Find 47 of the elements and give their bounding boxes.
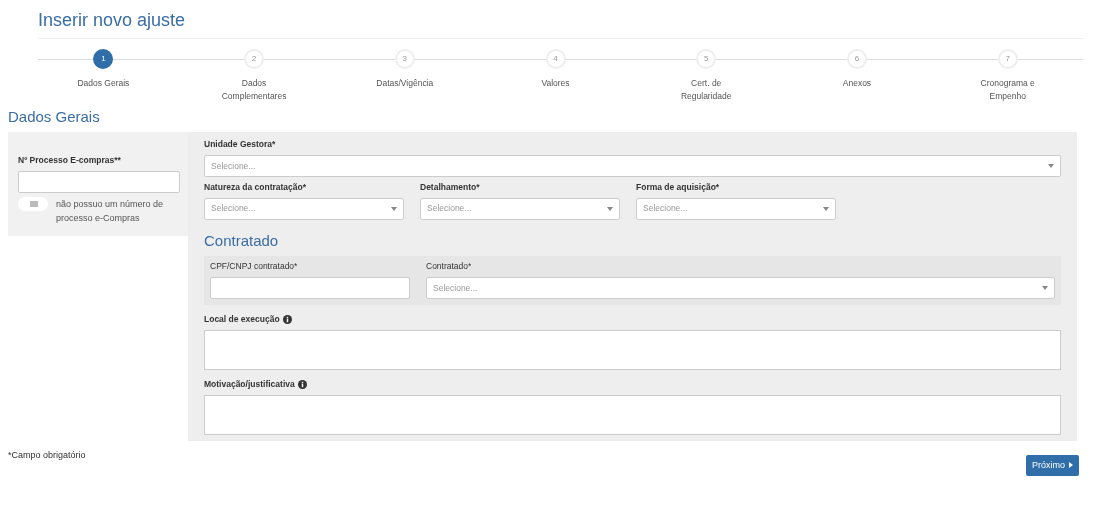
step-circle[interactable]: 5 (696, 48, 717, 69)
field-label: Forma de aquisição* (636, 181, 721, 194)
select-field[interactable]: Selecione... (420, 197, 620, 220)
step-label: Anexos (841, 76, 873, 90)
step-circle[interactable]: 7 (997, 48, 1018, 69)
next-button[interactable]: Próximo (1026, 454, 1079, 477)
section-title: Dados Gerais (8, 106, 101, 127)
field-label: Natureza da contratação* (204, 181, 308, 194)
caret-icon (607, 206, 613, 211)
field-label: Detalhamento* (420, 181, 481, 194)
select-field[interactable]: Selecione... (204, 197, 404, 220)
footnote: *Campo obrigatório (8, 448, 86, 462)
caret-icon (1042, 286, 1048, 291)
caret-icon (1048, 164, 1054, 169)
field-label: Unidade Gestora* (204, 138, 277, 152)
info-icon (297, 379, 307, 389)
input-field[interactable] (210, 277, 410, 300)
section-subtitle: Contratado (204, 230, 280, 251)
step-circle[interactable]: 4 (545, 48, 566, 69)
field-label: Motivação/justificativa (204, 377, 295, 391)
arrow-icon (1069, 462, 1073, 469)
input-field[interactable] (18, 171, 180, 194)
caret-icon (391, 206, 397, 211)
step-circle[interactable]: 6 (846, 48, 867, 69)
field-label: Contratado* (426, 260, 473, 274)
step-circle[interactable]: 3 (394, 48, 415, 69)
step-label: Datas/Vigência (375, 76, 435, 90)
step-label: Valores (540, 76, 571, 90)
step-circle[interactable]: 1 (93, 48, 114, 69)
toggle-label: não possuo um número de processo e-Compras (56, 198, 165, 226)
page-title: Inserir novo ajuste (38, 10, 1083, 39)
text-area[interactable] (204, 329, 1061, 370)
step-label: Cert. de Regularidade (679, 76, 733, 104)
select-field[interactable]: Selecione... (636, 197, 836, 220)
text-area[interactable] (204, 394, 1061, 435)
info-icon (282, 314, 292, 324)
field-label: CPF/CNPJ contratado* (210, 260, 299, 274)
step-label: Cronograma e Empenho (979, 76, 1036, 104)
step-circle[interactable]: 2 (244, 48, 265, 69)
step-label: Dados Complementares (220, 76, 288, 104)
field-label: Nº Processo E-compras** (18, 154, 122, 168)
select-field[interactable]: Selecione... (426, 277, 1055, 300)
caret-icon (823, 206, 829, 211)
select-field[interactable]: Selecione... (204, 155, 1061, 178)
field-label: Local de execução (204, 313, 280, 326)
toggle-switch[interactable] (18, 197, 48, 212)
step-label: Dados Gerais (76, 76, 131, 90)
